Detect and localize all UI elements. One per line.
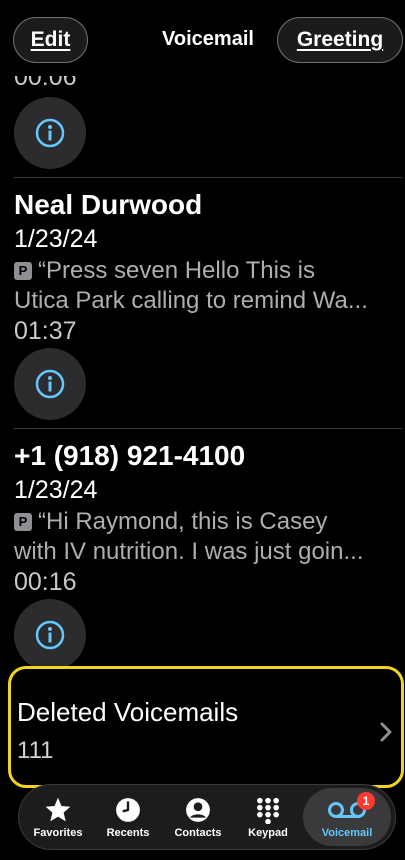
divider — [14, 177, 402, 178]
deleted-voicemails-row[interactable]: Deleted Voicemails 111 — [8, 666, 404, 788]
greeting-button[interactable]: Greeting — [277, 17, 403, 63]
keypad-icon — [257, 797, 279, 824]
info-icon — [35, 620, 65, 650]
tab-contacts[interactable]: Contacts — [163, 788, 233, 846]
person-icon — [186, 797, 210, 822]
voicemail-list: 00:06 Neal Durwood 1/23/24 P “Press seven… — [0, 0, 405, 790]
voicemail-duration: 00:16 — [14, 568, 77, 596]
tab-keypad[interactable]: Keypad — [233, 788, 303, 846]
voicemail-caller-name[interactable]: Neal Durwood — [14, 189, 202, 221]
voicemail-date: 1/23/24 — [14, 476, 98, 504]
voicemail-duration: 01:37 — [14, 317, 77, 345]
voicemail-info-button[interactable] — [14, 599, 86, 671]
info-icon — [35, 369, 65, 399]
tab-voicemail[interactable]: Voicemail 1 — [303, 788, 391, 846]
transcript-line: with IV nutrition. I was just goin... — [14, 538, 364, 565]
voicemail-transcript[interactable]: P “Press seven Hello This is Utica Park c… — [14, 256, 400, 316]
tab-label: Contacts — [174, 826, 222, 839]
voicemail-caller-name[interactable]: +1 (918) 921-4100 — [14, 440, 245, 472]
chevron-right-icon — [380, 722, 392, 742]
tab-label: Recents — [106, 826, 150, 839]
voicemail-info-button[interactable] — [14, 97, 86, 169]
transcript-line: “Press seven Hello This is — [38, 257, 315, 284]
tab-label: Favorites — [33, 826, 83, 839]
tab-favorites[interactable]: Favorites — [23, 788, 93, 846]
star-icon — [45, 797, 71, 821]
tab-label: Voicemail — [321, 826, 373, 839]
voicemail-date: 1/23/24 — [14, 225, 98, 253]
voicemail-info-button[interactable] — [14, 348, 86, 420]
notification-badge: 1 — [357, 792, 375, 810]
tab-label: Keypad — [248, 826, 288, 839]
tab-bar: Favorites Recents Contacts Keypad Voicem… — [18, 784, 396, 850]
clock-icon — [116, 797, 140, 822]
page-title: Voicemail — [162, 28, 254, 50]
voicemail-transcript[interactable]: P “Hi Raymond, this is Casey with IV nutr… — [14, 507, 400, 567]
deleted-voicemails-count: 111 — [17, 737, 54, 764]
tab-recents[interactable]: Recents — [93, 788, 163, 846]
transcript-line: Utica Park calling to remind Wa... — [14, 287, 368, 314]
transcript-badge-icon: P — [14, 513, 32, 531]
transcript-badge-icon: P — [14, 262, 32, 280]
transcript-line: “Hi Raymond, this is Casey — [38, 508, 328, 535]
info-icon — [35, 118, 65, 148]
deleted-voicemails-title: Deleted Voicemails — [17, 697, 239, 727]
divider — [14, 428, 402, 429]
nav-header: Edit Voicemail Greeting — [0, 0, 405, 76]
edit-button[interactable]: Edit — [13, 17, 88, 63]
